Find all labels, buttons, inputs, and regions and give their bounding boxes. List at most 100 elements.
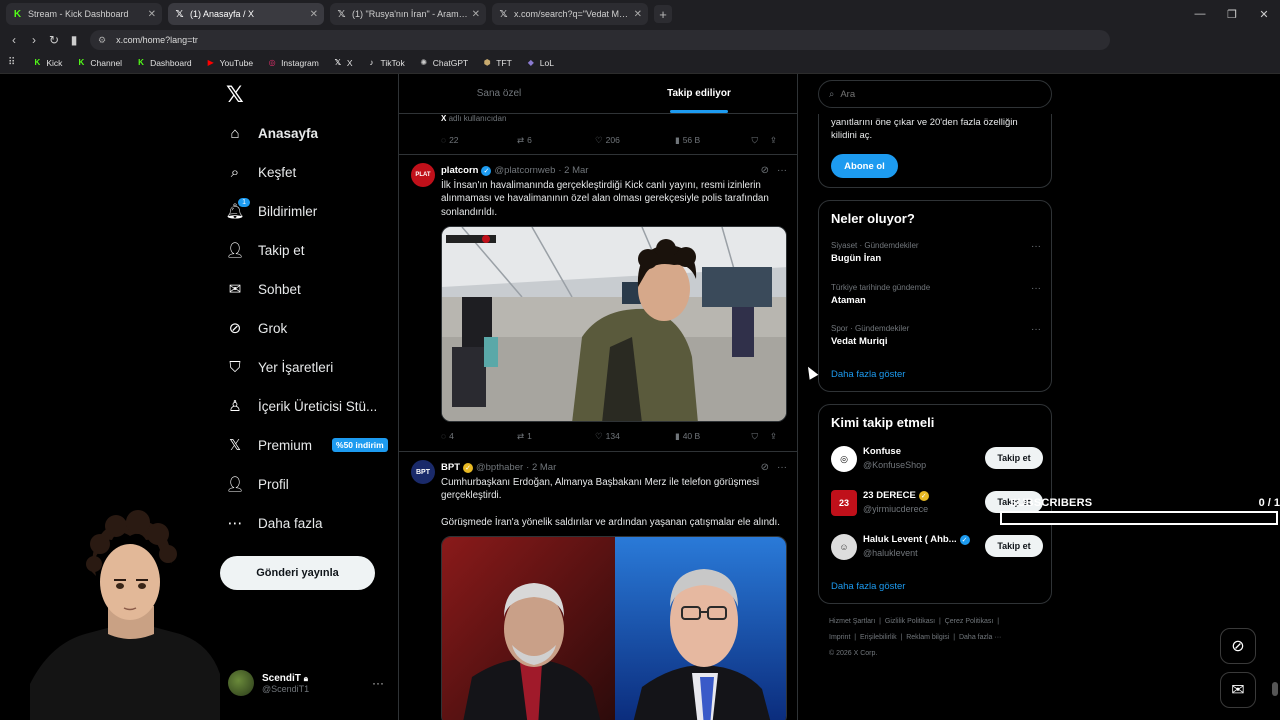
avatar[interactable]: ☺	[831, 534, 857, 560]
sidebar-item-bell[interactable]: 🔔︎ 1 Bildirimler	[225, 198, 317, 220]
sidebar-item-add-user[interactable]: 👤︎ Takip et	[225, 241, 304, 259]
bookmark-kick[interactable]: K Kick	[27, 58, 67, 68]
post-platcorn[interactable]: PLAT platcorn ✓ @platcornweb · 2 Mar ⊘ ··…	[399, 155, 797, 457]
bookmark-chatgpt[interactable]: ✺ ChatGPT	[414, 58, 473, 68]
bookmark-youtube[interactable]: ▶ YouTube	[201, 58, 258, 68]
show-more-link[interactable]: Daha fazla göster	[831, 369, 905, 380]
sidebar-item-creator[interactable]: ♙ İçerik Üreticisi Stü...	[226, 397, 377, 415]
sidebar-item-search[interactable]: ⌕ Keşfet	[226, 163, 296, 181]
post-image[interactable]	[441, 536, 787, 720]
views-button[interactable]: ▮ 56 B	[675, 135, 757, 146]
follow-button[interactable]: Takip et	[985, 447, 1043, 469]
bookmark-icon[interactable]: ⛉	[751, 135, 757, 146]
avatar[interactable]: BPT	[411, 460, 435, 484]
footer-link[interactable]: Reklam bilgisi	[906, 634, 949, 641]
post-date[interactable]: · 2 Mar	[526, 462, 556, 473]
footer-link[interactable]: Çerez Politikası	[945, 618, 994, 625]
apps-icon[interactable]: ⠿	[8, 57, 15, 68]
like-button[interactable]: ♡ 206	[595, 135, 675, 146]
close-icon[interactable]: ✕	[148, 9, 156, 20]
sidebar-item-x[interactable]: 𝕏 Premium %50 indirim	[226, 436, 388, 454]
views-button[interactable]: ▮ 40 B	[675, 431, 757, 442]
bookmark-icon[interactable]: ⛉	[751, 431, 757, 442]
post-image[interactable]	[441, 226, 787, 422]
browser-tab-search-2[interactable]: 𝕏 x.com/search?q="Vedat Muriqi"&src ✕	[492, 3, 648, 25]
account-name[interactable]: Haluk Levent ( Ahb... ✓	[863, 534, 970, 545]
account-switcher[interactable]: ScendiT 🔒︎ @ScendiT1 ···	[228, 670, 388, 696]
author-handle[interactable]: @bpthaber	[476, 462, 523, 473]
reply-button[interactable]: ◌ 22	[441, 135, 517, 145]
bookmark-instagram[interactable]: ◎ Instagram	[262, 58, 324, 68]
follow-button[interactable]: Takip et	[985, 535, 1043, 557]
sidebar-item-home[interactable]: ⌂ Anasayfa	[226, 124, 318, 142]
repost-button[interactable]: ⇄ 6	[517, 135, 595, 146]
footer-link[interactable]: Imprint	[829, 634, 850, 641]
grok-icon[interactable]: ⊘	[761, 165, 769, 176]
avatar[interactable]: PLAT	[411, 163, 435, 187]
account-name[interactable]: 23 DERECE ✓	[863, 490, 929, 501]
footer-link[interactable]: Daha fazla ···	[959, 634, 1001, 641]
browser-tab-search[interactable]: 𝕏 (1) "Rusya'nın İran" - Arama / X ✕	[330, 3, 486, 25]
post-date[interactable]: · 2 Mar	[558, 165, 588, 176]
back-icon[interactable]: ‹	[4, 33, 24, 47]
bookmark-lol[interactable]: ◆ LoL	[521, 58, 559, 68]
post-button[interactable]: Gönderi yayınla	[220, 556, 375, 590]
suggested-account[interactable]: ☺ Haluk Levent ( Ahb... ✓ @haluklevent Ta…	[831, 532, 1043, 562]
forward-icon[interactable]: ›	[24, 33, 44, 47]
sidebar-item-more-circle[interactable]: ⋯ Daha fazla	[226, 514, 323, 532]
more-icon[interactable]: ···	[777, 165, 787, 176]
browser-tab-kick[interactable]: K Stream - Kick Dashboard ✕	[6, 3, 162, 25]
restore-icon[interactable]: ❐	[1216, 0, 1248, 28]
trend-item[interactable]: Türkiye tarihinde gündemde Ataman ···	[831, 283, 1043, 306]
share-icon[interactable]: ⇪	[770, 431, 777, 442]
close-icon[interactable]: ✕	[310, 9, 318, 20]
tab-following[interactable]: Takip ediliyor	[599, 74, 797, 113]
trend-item[interactable]: Spor · Gündemdekiler Vedat Muriqi ···	[831, 324, 1043, 347]
bookmark-tft[interactable]: ⬢ TFT	[477, 58, 517, 68]
sidebar-item-user[interactable]: 👤︎ Profil	[225, 475, 288, 493]
browser-tab-home[interactable]: 𝕏 (1) Anasayfa / X ✕	[168, 3, 324, 25]
author-name[interactable]: BPT	[441, 462, 460, 473]
x-logo-icon[interactable]: 𝕏	[226, 82, 244, 108]
sidebar-item-grok[interactable]: ⊘ Grok	[226, 319, 288, 337]
footer-link[interactable]: Hizmet Şartları	[829, 618, 875, 625]
show-more-link[interactable]: Daha fazla göster	[831, 581, 905, 592]
tab-for-you[interactable]: Sana özel	[399, 74, 599, 113]
trend-item[interactable]: Siyaset · Gündemdekiler Bugün İran ···	[831, 241, 1043, 264]
more-icon[interactable]: ···	[777, 462, 787, 473]
messages-fab-icon[interactable]: ✉	[1220, 672, 1256, 708]
more-icon[interactable]: ···	[1031, 324, 1041, 335]
close-window-icon[interactable]: ✕	[1248, 0, 1280, 28]
avatar[interactable]: 23	[831, 490, 857, 516]
site-info-icon[interactable]: ⚙	[98, 35, 106, 46]
footer-link[interactable]: Gizlilik Politikası	[885, 618, 935, 625]
author-name[interactable]: platcorn	[441, 165, 478, 176]
more-icon[interactable]: ···	[372, 676, 384, 690]
bookmark-tiktok[interactable]: ♪ TikTok	[362, 58, 410, 68]
new-tab-button[interactable]: +	[654, 5, 672, 23]
subscribe-button[interactable]: Abone ol	[831, 154, 898, 178]
minimize-icon[interactable]: —	[1184, 0, 1216, 28]
search-input[interactable]	[840, 88, 1031, 100]
reload-icon[interactable]: ↻	[44, 33, 64, 47]
bookmark-dashboard[interactable]: K Dashboard	[131, 58, 197, 68]
suggested-account[interactable]: ◎ Konfuse @KonfuseShop Takip et	[831, 444, 1043, 474]
account-name[interactable]: Konfuse	[863, 446, 901, 457]
scrollbar[interactable]	[1272, 682, 1278, 696]
grok-fab-icon[interactable]: ⊘	[1220, 628, 1256, 664]
bookmark-page-icon[interactable]: ▮	[64, 33, 84, 47]
like-button[interactable]: ♡ 134	[595, 431, 675, 442]
share-icon[interactable]: ⇪	[770, 135, 777, 146]
search-box[interactable]: ⌕	[818, 80, 1052, 108]
bookmark-channel[interactable]: K Channel	[71, 58, 127, 68]
sidebar-item-mail[interactable]: ✉ Sohbet	[226, 280, 301, 298]
url-field[interactable]: ⚙ x.com/home?lang=tr	[90, 30, 1110, 50]
close-icon[interactable]: ✕	[472, 9, 480, 20]
avatar[interactable]: ◎	[831, 446, 857, 472]
author-handle[interactable]: @platcornweb	[494, 165, 555, 176]
post-bpt[interactable]: BPT BPT ✓ @bpthaber · 2 Mar ⊘ ··· Cumhurb…	[399, 452, 797, 720]
more-icon[interactable]: ···	[1031, 241, 1041, 252]
footer-link[interactable]: Erişilebilirlik	[860, 634, 897, 641]
sidebar-item-bookmark[interactable]: ⛉ Yer İşaretleri	[226, 358, 333, 376]
grok-icon[interactable]: ⊘	[761, 462, 769, 473]
